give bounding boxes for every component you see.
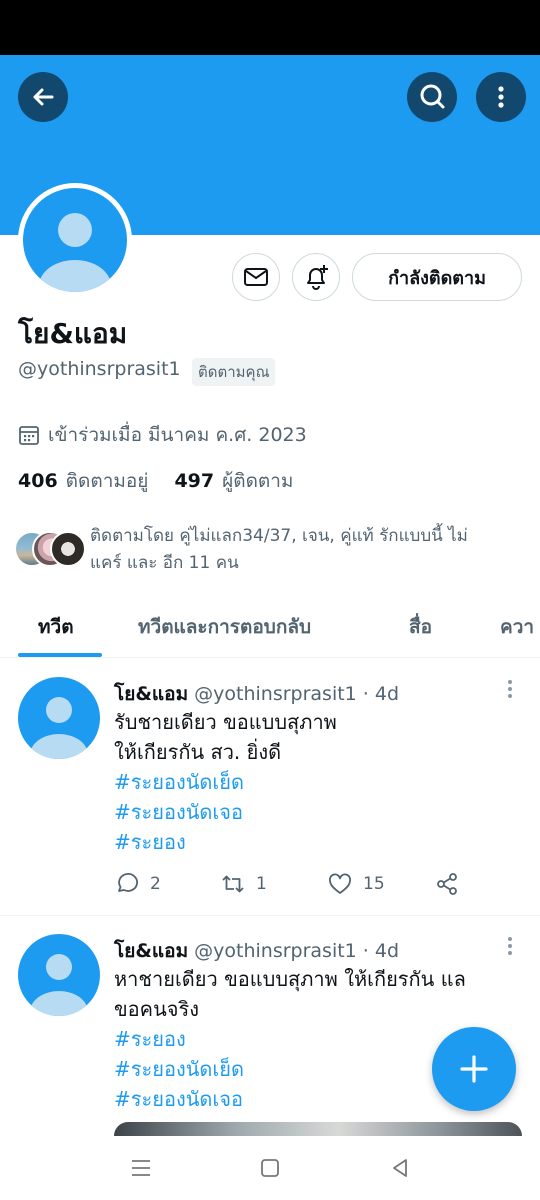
square-icon[interactable]: [258, 1156, 282, 1180]
search-button[interactable]: [407, 72, 457, 122]
followed-by-line: แคร์ และ อีก 11 คน: [90, 553, 239, 573]
status-bar: [0, 0, 540, 55]
heart-icon: [329, 873, 351, 894]
tab-media[interactable]: สื่อ: [409, 612, 432, 642]
hashtag-link[interactable]: #ระยองนัดเย็ด: [114, 767, 244, 797]
plus-icon: [460, 1055, 488, 1083]
default-avatar-icon: [39, 213, 111, 292]
calendar-icon: [19, 426, 39, 445]
tweet-header: โย&แอม @yothinsrprasit1 · 4d: [114, 936, 399, 966]
tweet-media-image[interactable]: [114, 1122, 522, 1136]
profile-tabs: ทวีต ทวีตและการตอบกลับ สื่อ ควา: [0, 600, 540, 658]
system-navigation-bar: [0, 1136, 540, 1200]
search-icon: [420, 84, 445, 109]
retweet-count: 1: [256, 874, 267, 894]
following-stat[interactable]: 406 ติดตามอยู่: [18, 466, 148, 496]
active-tab-indicator: [18, 653, 102, 657]
back-button[interactable]: [18, 72, 68, 122]
menu-icon[interactable]: [129, 1156, 153, 1180]
tweet-text-line: หาชายเดียว ขอแบบสุภาพ ให้เกียรกัน แล: [114, 967, 466, 991]
followers-stat[interactable]: 497 ผู้ติดตาม: [174, 466, 293, 496]
compose-tweet-button[interactable]: [432, 1027, 516, 1111]
following-label: ติดตามอยู่: [65, 470, 149, 492]
mail-icon: [244, 268, 268, 286]
default-avatar-icon: [30, 697, 88, 759]
default-avatar-icon: [30, 954, 88, 1016]
like-button[interactable]: 15: [327, 871, 385, 897]
tweet-divider: [0, 915, 540, 916]
tweet-more-icon[interactable]: [505, 680, 515, 702]
hashtag-link[interactable]: #ระยองนัดเจอ: [114, 797, 243, 827]
profile-avatar[interactable]: [18, 183, 132, 297]
joined-text: เข้าร่วมเมื่อ มีนาคม ค.ศ. 2023: [48, 424, 307, 446]
hashtag-link[interactable]: #ระยองนัดเจอ: [114, 1084, 243, 1114]
arrow-left-icon: [33, 88, 54, 106]
retweet-icon: [222, 875, 244, 893]
follows-you-badge: ติดตามคุณ: [192, 358, 276, 386]
joined-date: เข้าร่วมเมื่อ มีนาคม ค.ศ. 2023: [18, 420, 307, 450]
tweet-avatar[interactable]: [18, 934, 100, 1016]
tweet-more-icon[interactable]: [505, 937, 515, 959]
tweet-meta: @yothinsrprasit1 · 4d: [188, 683, 400, 705]
followed-by-line: ติดตามโดย คู่ไม่แลก34/37, เจน, คู่แท้ รั…: [90, 526, 468, 546]
following-button[interactable]: กำลังติดตาม: [352, 253, 522, 301]
reply-count: 2: [150, 874, 161, 894]
tab-likes[interactable]: ควา: [500, 612, 534, 642]
tab-tweets-replies[interactable]: ทวีตและการตอบกลับ: [138, 612, 311, 642]
follow-stats: 406 ติดตามอยู่ 497 ผู้ติดตาม: [18, 466, 319, 496]
retweet-button[interactable]: 1: [220, 871, 267, 897]
profile-handle: @yothinsrprasit1: [18, 358, 181, 380]
more-options-button[interactable]: [476, 72, 526, 122]
reply-button[interactable]: 2: [114, 871, 161, 897]
followers-count: 497: [174, 470, 215, 492]
tweet-text-line: ให้เกียรกัน สว. ยิ่งดี: [114, 740, 282, 764]
share-icon: [437, 873, 457, 895]
followed-by-text: ติดตามโดย คู่ไม่แลก34/37, เจน, คู่แท้ รั…: [90, 523, 520, 577]
tweet-avatar[interactable]: [18, 677, 100, 759]
notify-button[interactable]: [292, 253, 340, 301]
following-count: 406: [18, 470, 58, 492]
share-button[interactable]: [434, 871, 470, 897]
more-vertical-icon: [498, 86, 504, 108]
profile-display-name: โย&แอม: [18, 317, 128, 350]
tweet-author-name[interactable]: โย&แอม: [114, 940, 188, 962]
followed-by-avatars: [14, 531, 86, 567]
hashtag-link[interactable]: #ระยอง: [114, 827, 186, 857]
tweet-header: โย&แอม @yothinsrprasit1 · 4d: [114, 679, 399, 709]
followed-by-section[interactable]: ติดตามโดย คู่ไม่แลก34/37, เจน, คู่แท้ รั…: [14, 523, 524, 579]
tweet-text-line: ขอคนจริง: [114, 997, 199, 1021]
tweet-meta: @yothinsrprasit1 · 4d: [188, 940, 400, 962]
like-count: 15: [363, 874, 385, 894]
reply-icon: [118, 873, 138, 892]
hashtag-link[interactable]: #ระยองนัดเย็ด: [114, 1054, 244, 1084]
triangle-back-icon[interactable]: [388, 1156, 412, 1180]
follower-avatar: [50, 531, 86, 567]
message-button[interactable]: [232, 253, 280, 301]
tweet-text-line: รับชายเดียว ขอแบบสุภาพ: [114, 710, 337, 734]
followers-label: ผู้ติดตาม: [222, 470, 294, 492]
tweet-actions: 2 1 15: [114, 871, 524, 901]
hashtag-link[interactable]: #ระยอง: [114, 1024, 186, 1054]
tweet-author-name[interactable]: โย&แอม: [114, 683, 188, 705]
tab-tweets[interactable]: ทวีต: [38, 612, 74, 642]
bell-plus-icon: [307, 265, 328, 290]
